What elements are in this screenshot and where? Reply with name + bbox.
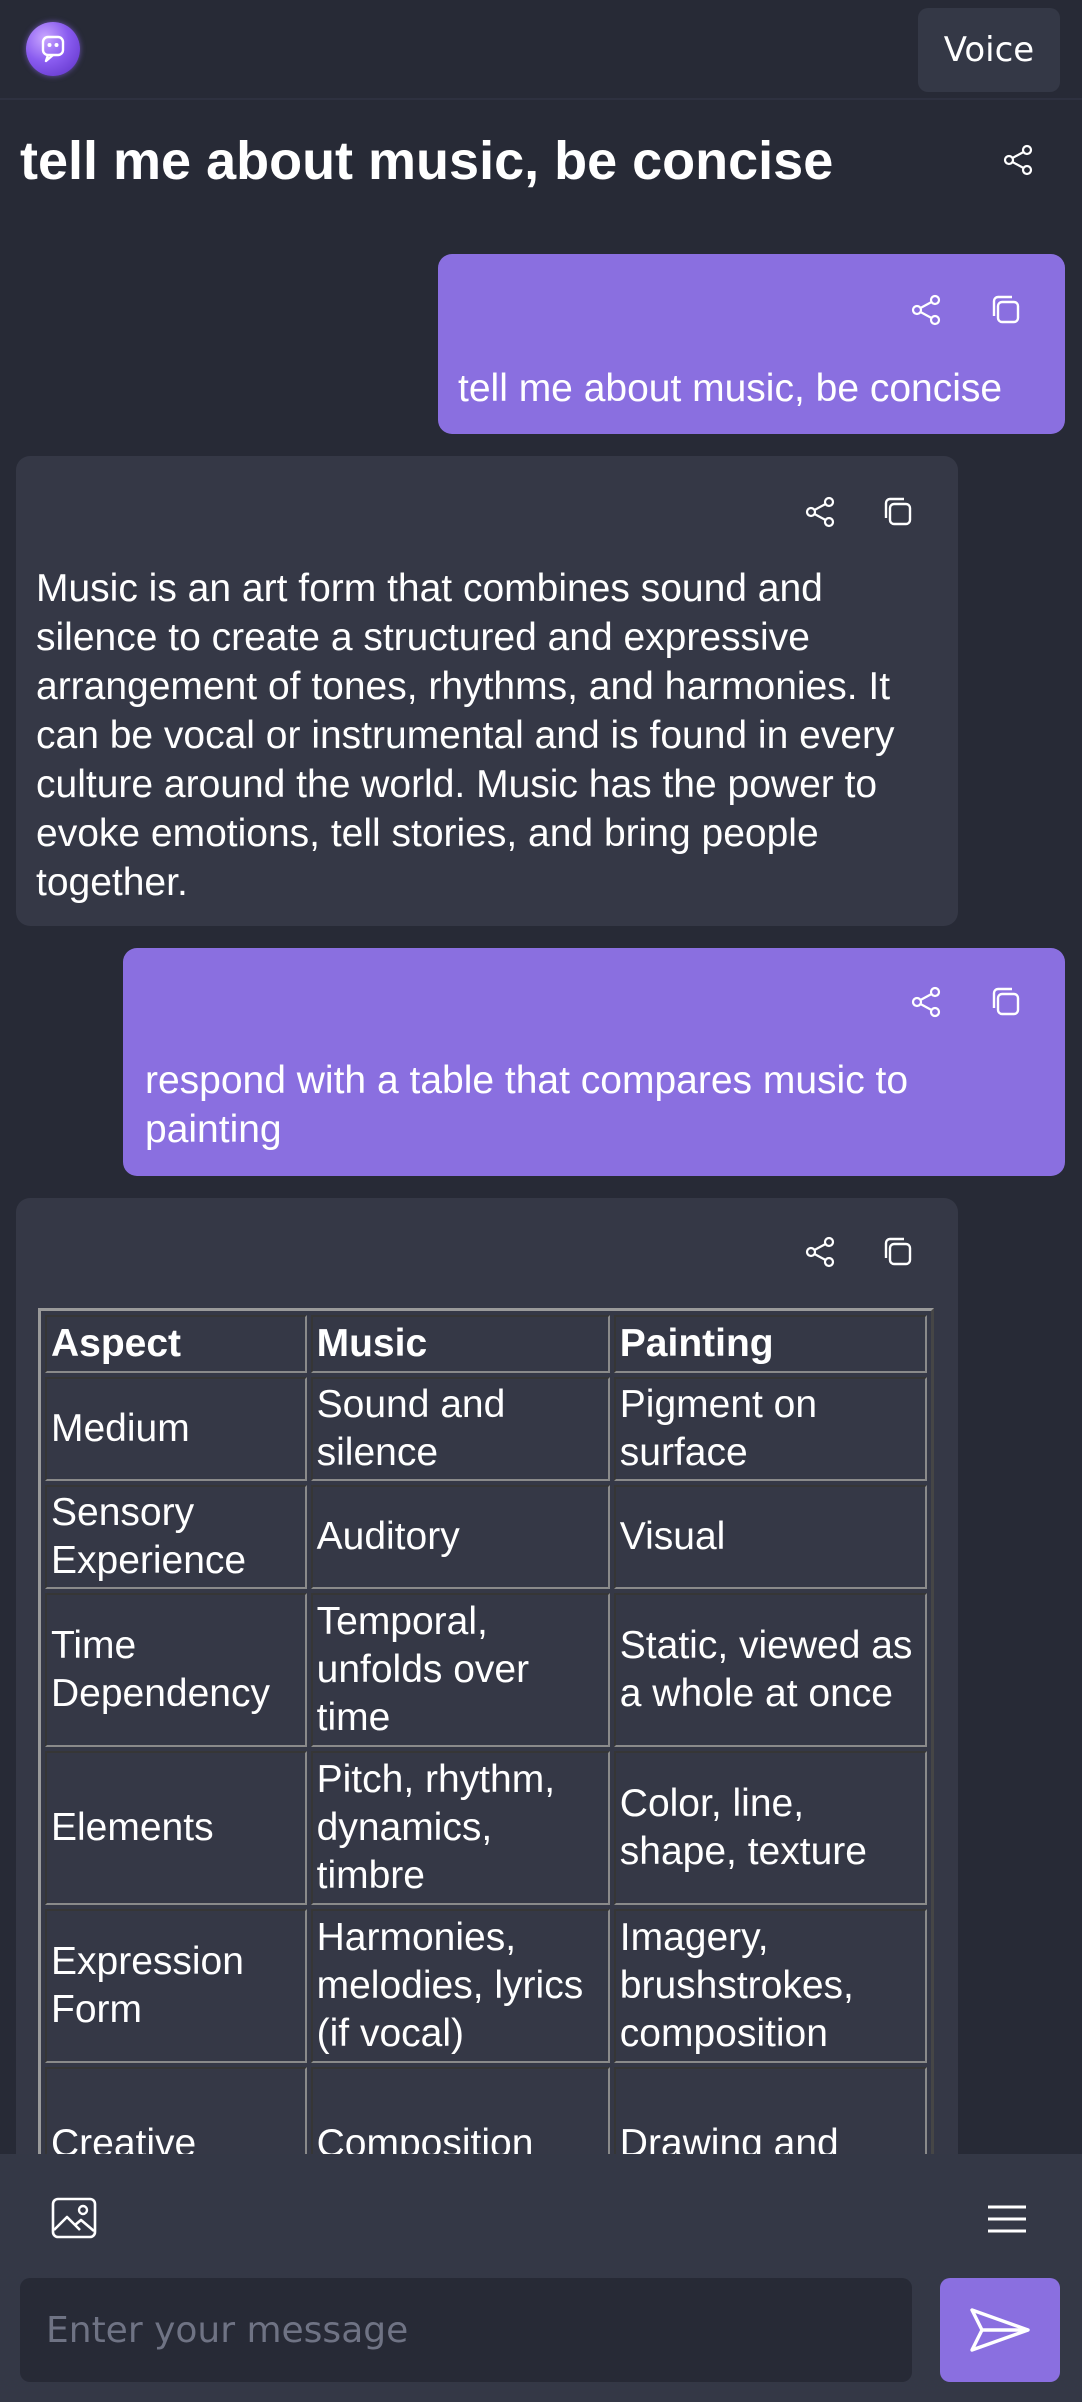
comparison-table: Aspect Music Painting Medium Sound and s… xyxy=(38,1308,934,2154)
send-button[interactable] xyxy=(940,2278,1060,2382)
comparison-table-container[interactable]: Aspect Music Painting Medium Sound and s… xyxy=(38,1308,936,2154)
copy-icon[interactable] xyxy=(988,292,1024,328)
table-cell: Sound and silence xyxy=(310,1377,610,1481)
table-cell: Temporal, unfolds over time xyxy=(310,1593,610,1747)
share-icon[interactable] xyxy=(908,292,944,328)
conversation-title: tell me about music, be concise xyxy=(20,131,834,191)
table-cell: Harmonies, melodies, lyrics (if vocal) xyxy=(310,1909,610,2063)
table-cell: Expression Form xyxy=(45,1909,307,2063)
table-row: Elements Pitch, rhythm, dynamics, timbre… xyxy=(45,1751,927,1905)
share-icon[interactable] xyxy=(802,494,838,530)
table-cell: Auditory xyxy=(310,1485,610,1589)
table-cell: Composition xyxy=(310,2067,610,2154)
share-icon[interactable] xyxy=(908,984,944,1020)
table-cell: Drawing and xyxy=(613,2067,927,2154)
chat-bot-logo-icon[interactable] xyxy=(26,22,80,76)
table-cell: Time Dependency xyxy=(45,1593,307,1747)
user-message: respond with a table that compares music… xyxy=(123,948,1065,1176)
message-text: tell me about music, be concise xyxy=(458,367,1003,410)
table-header-row: Aspect Music Painting xyxy=(45,1315,927,1373)
table-header-cell: Painting xyxy=(613,1315,927,1373)
table-row: Sensory Experience Auditory Visual xyxy=(45,1485,927,1589)
message-text: respond with a table that compares music… xyxy=(145,1059,909,1151)
table-header-cell: Music xyxy=(310,1315,610,1373)
table-cell: Elements xyxy=(45,1751,307,1905)
voice-button[interactable]: Voice xyxy=(918,8,1060,92)
table-cell: Creative xyxy=(45,2067,307,2154)
table-row: Expression Form Harmonies, melodies, lyr… xyxy=(45,1909,927,2063)
table-cell: Static, viewed as a whole at once xyxy=(613,1593,927,1747)
table-cell: Sensory Experience xyxy=(45,1485,307,1589)
table-cell: Pitch, rhythm, dynamics, timbre xyxy=(310,1751,610,1905)
user-message: tell me about music, be concise xyxy=(438,254,1065,434)
share-icon[interactable] xyxy=(802,1234,838,1270)
top-bar: Voice xyxy=(0,0,1082,100)
copy-icon[interactable] xyxy=(880,494,916,530)
share-icon[interactable] xyxy=(1000,142,1036,178)
message-text: Music is an art form that combines sound… xyxy=(36,567,895,904)
menu-icon[interactable] xyxy=(986,2204,1028,2234)
table-row: Medium Sound and silence Pigment on surf… xyxy=(45,1377,927,1481)
chat-app: Voice tell me about music, be concise te… xyxy=(0,0,1082,2402)
table-cell: Visual xyxy=(613,1485,927,1589)
message-input[interactable] xyxy=(20,2278,912,2382)
copy-icon[interactable] xyxy=(880,1234,916,1270)
table-row: Time Dependency Temporal, unfolds over t… xyxy=(45,1593,927,1747)
table-cell: Color, line, shape, texture xyxy=(613,1751,927,1905)
copy-icon[interactable] xyxy=(988,984,1024,1020)
table-row: Creative Composition Drawing and xyxy=(45,2067,927,2154)
image-icon[interactable] xyxy=(50,2196,98,2240)
send-icon xyxy=(970,2308,1030,2352)
table-cell: Pigment on surface xyxy=(613,1377,927,1481)
table-header-cell: Aspect xyxy=(45,1315,307,1373)
table-cell: Imagery, brushstrokes, composition xyxy=(613,1909,927,2063)
assistant-message: Music is an art form that combines sound… xyxy=(16,456,958,926)
table-cell: Medium xyxy=(45,1377,307,1481)
